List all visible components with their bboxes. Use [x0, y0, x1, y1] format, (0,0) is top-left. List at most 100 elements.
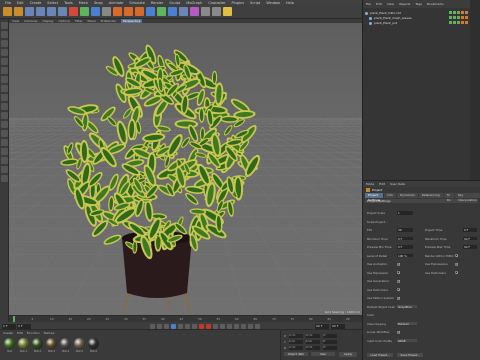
object-menu-file[interactable]: File	[366, 2, 371, 6]
size-field[interactable]: 0 cm	[306, 345, 321, 350]
material-swatch[interactable]	[32, 338, 43, 349]
camera-icon[interactable]	[212, 7, 221, 16]
cube-icon[interactable]	[146, 7, 155, 16]
object-row[interactable]: plant_Plant_mesh_leaves	[365, 16, 412, 20]
prop-value-field[interactable]: 0 F	[397, 236, 413, 240]
phong-tag-icon[interactable]	[461, 11, 464, 14]
tool-icon[interactable]	[1, 166, 8, 173]
menu-create[interactable]: Create	[30, 1, 42, 5]
tool-icon[interactable]	[1, 85, 8, 92]
material-tag-icon[interactable]	[465, 16, 468, 19]
material-menu-function[interactable]: Function	[27, 331, 40, 335]
redo-icon[interactable]	[14, 7, 23, 16]
position-field[interactable]: 0 cm	[289, 333, 304, 338]
material-swatch[interactable]	[46, 338, 57, 349]
material-tag-icon[interactable]	[465, 21, 468, 24]
visibility-flags[interactable]	[449, 11, 460, 15]
prop-value-field[interactable]: 90 F	[463, 236, 477, 240]
coordinate-mode-dropdown[interactable]: Object (Rel)	[284, 352, 308, 356]
tool-icon[interactable]	[1, 40, 8, 47]
rotation-field[interactable]: 0°	[323, 345, 338, 350]
render-visibility-dot[interactable]	[453, 21, 456, 24]
object-tags[interactable]	[461, 16, 468, 20]
go-to-end-icon[interactable]	[192, 323, 197, 329]
tab-key-interpolation[interactable]: Key Interpolation	[454, 193, 480, 202]
next-frame-icon[interactable]	[178, 323, 183, 329]
menu-character[interactable]: Character	[208, 1, 225, 5]
perspective-viewport[interactable]: Grid Spacing : 1000 cm	[9, 23, 362, 315]
tool-icon[interactable]	[1, 76, 8, 83]
prop-checkbox[interactable]	[397, 330, 401, 334]
prop-checkbox[interactable]	[455, 254, 459, 258]
object-menu-bookmarks[interactable]: Bookmarks	[427, 2, 444, 6]
size-field[interactable]: 0 cm	[306, 333, 321, 338]
tab-to-do[interactable]: To Do	[443, 193, 454, 202]
tool-icon[interactable]	[1, 130, 8, 137]
move-icon[interactable]	[36, 7, 45, 16]
render-visibility-dot[interactable]	[453, 11, 456, 14]
attribute-menu-user-data[interactable]: User Data	[390, 182, 405, 186]
visibility-flags[interactable]	[449, 21, 460, 25]
tool-icon[interactable]	[1, 67, 8, 74]
tool-icon[interactable]	[1, 103, 8, 110]
tool-icon[interactable]	[1, 112, 8, 119]
material-swatch[interactable]	[60, 338, 71, 349]
prop-value-field[interactable]: 1	[397, 211, 413, 215]
position-field[interactable]: 0 cm	[289, 345, 304, 350]
scale-icon[interactable]	[47, 7, 56, 16]
menu-mograph[interactable]: MoGraph	[186, 1, 202, 5]
menu-plugins[interactable]: Plugins	[231, 1, 244, 5]
x-axis-icon[interactable]	[69, 7, 78, 16]
tool-icon[interactable]	[1, 49, 8, 56]
z-axis-icon[interactable]	[91, 7, 100, 16]
enabled-check-icon[interactable]	[457, 16, 460, 19]
rotate-icon[interactable]	[58, 7, 67, 16]
schedule-icon[interactable]	[255, 323, 260, 329]
prop-dropdown[interactable]: sRGB	[397, 338, 417, 342]
size-mode-dropdown[interactable]: Size	[311, 352, 335, 356]
menu-help[interactable]: Help	[286, 1, 294, 5]
prop-checkbox[interactable]	[397, 288, 401, 292]
position-field[interactable]: 0 cm	[288, 339, 303, 344]
light-icon[interactable]	[223, 7, 232, 16]
attribute-menu-edit[interactable]: Edit	[379, 182, 385, 186]
position-key-icon[interactable]	[220, 323, 225, 329]
phong-tag-icon[interactable]	[461, 16, 464, 19]
previous-frame-icon[interactable]	[164, 323, 169, 329]
prop-value-field[interactable]: 90 F	[463, 245, 477, 249]
object-menu-view[interactable]: View	[387, 2, 394, 6]
object-menu-edit[interactable]: Edit	[376, 2, 382, 6]
prop-dropdown[interactable]: Gray-Blue	[397, 304, 417, 308]
prop-value-field[interactable]: 100 %	[397, 253, 413, 257]
undo-icon[interactable]	[3, 7, 12, 16]
prop-checkbox[interactable]	[455, 271, 459, 275]
object-tags[interactable]	[461, 21, 468, 25]
menu-window[interactable]: Window	[266, 1, 280, 5]
start-frame-field[interactable]: 0 F	[2, 323, 16, 329]
go-to-start-icon[interactable]	[150, 323, 155, 329]
material-menu-edit[interactable]: Edit	[17, 331, 23, 335]
tool-icon[interactable]	[1, 148, 8, 155]
tool-icon[interactable]	[1, 58, 8, 65]
material-swatch[interactable]	[18, 338, 29, 349]
object-row[interactable]: plant_Plant_pot	[365, 21, 397, 25]
enabled-check-icon[interactable]	[457, 11, 460, 14]
tool-icon[interactable]	[1, 175, 8, 182]
bend-icon[interactable]	[190, 7, 199, 16]
prop-value-field[interactable]: 0 F	[463, 228, 477, 232]
array-icon[interactable]	[179, 7, 188, 16]
prop-checkbox[interactable]	[397, 279, 401, 283]
floor-icon[interactable]	[201, 7, 210, 16]
apply-button[interactable]: Apply	[339, 352, 357, 357]
phong-tag-icon[interactable]	[461, 21, 464, 24]
parameter-key-icon[interactable]	[241, 323, 246, 329]
auto-key-icon[interactable]	[206, 323, 211, 329]
tab-project-settings[interactable]: Project Settings	[365, 193, 384, 202]
tool-icon[interactable]	[1, 94, 8, 101]
tab-referencing[interactable]: Referencing	[418, 193, 443, 198]
tool-icon[interactable]	[1, 31, 8, 38]
prop-value-field[interactable]: 0 F	[397, 245, 413, 249]
rotation-field[interactable]: 0°	[322, 339, 337, 344]
preset-button-load-preset[interactable]: Load Preset...	[367, 353, 393, 357]
prop-checkbox[interactable]	[397, 296, 401, 300]
